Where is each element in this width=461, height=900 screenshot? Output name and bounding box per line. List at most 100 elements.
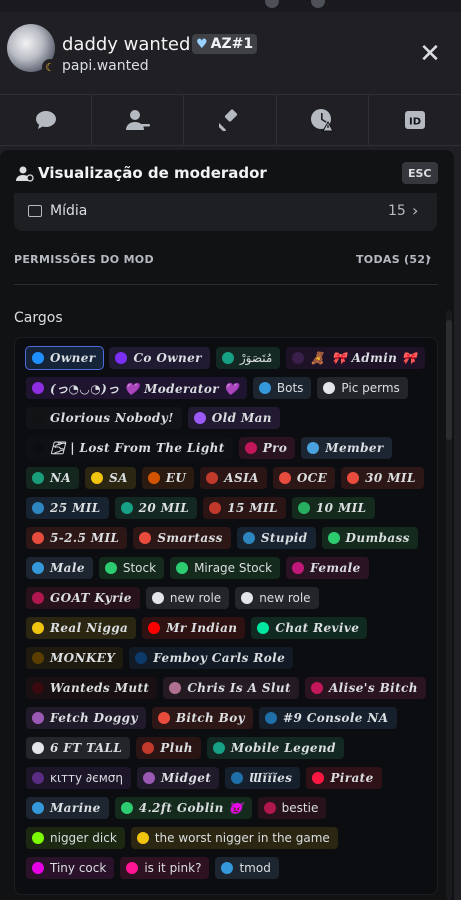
role-pill[interactable]: Pirate — [306, 767, 382, 789]
role-pill[interactable]: NA — [26, 467, 80, 489]
chat-bubble-icon — [35, 111, 56, 129]
close-icon[interactable]: ✕ — [418, 41, 442, 67]
role-color-dot — [32, 682, 44, 694]
role-pill[interactable]: Mobile Legend — [206, 737, 344, 759]
role-pill[interactable]: EU — [141, 467, 195, 489]
role-pill[interactable]: Femboy Carls Role — [129, 647, 294, 669]
role-label: MONKEY — [50, 651, 116, 665]
role-label: 5-2.5 MIL — [50, 531, 120, 545]
role-pill[interactable]: Chat Revive — [251, 617, 368, 639]
role-pill[interactable]: ĸιттy ∂ємση — [26, 767, 131, 789]
role-pill[interactable]: 5-2.5 MIL — [26, 527, 128, 549]
role-label: Smartass — [157, 531, 223, 545]
role-label: Mirage Stock — [194, 561, 273, 575]
role-pill[interactable]: MONKEY — [26, 647, 124, 669]
role-pill[interactable]: Glorious Nobody! — [26, 407, 182, 429]
role-pill[interactable]: Smartass — [133, 527, 231, 549]
esc-button[interactable]: ESC — [402, 162, 438, 184]
role-pill[interactable]: Marine — [26, 797, 109, 819]
role-pill[interactable]: مُتَصَوَرْ — [215, 347, 281, 369]
tab-messages[interactable] — [0, 95, 93, 145]
role-pill[interactable]: Owner — [24, 346, 105, 370]
role-pill[interactable]: Chris Is A Slut — [163, 677, 299, 699]
tab-kick[interactable] — [92, 95, 185, 145]
role-color-dot — [327, 532, 340, 544]
role-pill[interactable]: Tiny cock — [26, 857, 115, 879]
role-pill[interactable]: Midget — [136, 767, 220, 789]
role-pill[interactable]: Old Man — [187, 407, 280, 429]
role-color-dot — [292, 352, 305, 364]
role-pill[interactable]: new role — [145, 587, 230, 609]
tab-timeout[interactable] — [277, 95, 369, 145]
avatar[interactable]: ☾ — [7, 24, 58, 75]
role-pill[interactable]: 20 MIL — [114, 497, 198, 519]
role-pill[interactable]: SA — [85, 467, 136, 489]
role-pill[interactable]: Mr Indian — [142, 617, 246, 639]
role-pill[interactable]: 30 MIL — [341, 467, 424, 489]
role-label: ASIA — [224, 471, 259, 485]
media-row[interactable]: Mídia 15 › — [14, 193, 437, 231]
role-pill[interactable]: Pro — [238, 437, 296, 459]
role-color-dot — [323, 382, 336, 394]
role-pill[interactable]: Pluh — [136, 737, 201, 759]
role-pill[interactable]: #9 Console NA — [259, 707, 397, 729]
role-pill[interactable]: Fetch Doggy — [26, 707, 146, 729]
help-icon — [311, 0, 325, 8]
role-label: new role — [169, 591, 222, 605]
role-label: GOAT Kyrie — [50, 591, 132, 605]
role-label: Ɯĭĭĭes — [249, 771, 293, 785]
role-pill[interactable]: Pic perms — [317, 377, 408, 399]
role-label: Chris Is A Slut — [187, 681, 291, 695]
role-pill[interactable]: 🌫 | Lost From The Light — [26, 437, 233, 459]
role-label: 25 MIL — [50, 501, 101, 515]
role-pill[interactable]: Dumbass — [321, 527, 418, 549]
role-pill[interactable]: 15 MIL — [203, 497, 286, 519]
role-pill[interactable]: Bots — [252, 377, 312, 399]
role-label: Member — [325, 441, 384, 455]
role-color-dot — [347, 472, 360, 484]
role-pill[interactable]: tmod — [215, 857, 279, 879]
scrollbar-thumb[interactable] — [446, 320, 452, 440]
role-pill[interactable]: Bitch Boy — [151, 707, 254, 729]
role-label: مُتَصَوَرْ — [239, 351, 273, 365]
role-label: Fetch Doggy — [50, 711, 138, 725]
role-pill[interactable]: 4.2ft Goblin 👿 — [114, 797, 252, 819]
role-pill[interactable]: 25 MIL — [26, 497, 109, 519]
role-pill[interactable]: bestie — [257, 797, 327, 819]
role-pill[interactable]: Member — [301, 437, 392, 459]
role-pill[interactable]: Real Nigga — [26, 617, 137, 639]
role-pill[interactable]: ASIA — [200, 467, 267, 489]
role-pill[interactable]: GOAT Kyrie — [26, 587, 140, 609]
tab-ban[interactable] — [184, 95, 277, 145]
role-label: #9 Console NA — [283, 711, 389, 725]
role-pill[interactable]: Female — [286, 557, 369, 579]
role-color-dot — [221, 352, 234, 364]
role-pill[interactable]: Wanteds Mutt — [26, 677, 158, 699]
role-pill[interactable]: Alise's Bitch — [304, 677, 426, 699]
role-pill[interactable]: Mirage Stock — [170, 557, 281, 579]
role-label: Midget — [160, 771, 212, 785]
role-pill[interactable]: 🧸 🎀 Admin 🎀 — [286, 347, 426, 369]
role-label: nigger dick — [50, 831, 117, 845]
server-tag[interactable]: ♥ AZ#1 — [192, 34, 258, 54]
role-pill[interactable]: new role — [235, 587, 319, 609]
role-pill[interactable]: Stupid — [236, 527, 316, 549]
role-pill[interactable]: 6 FT TALL — [26, 737, 131, 759]
role-pill[interactable]: (っ◔◡◔)っ 💜 Moderator 💜 — [26, 377, 247, 399]
role-pill[interactable]: is it pink? — [120, 857, 210, 879]
role-pill[interactable]: Male — [26, 557, 93, 579]
chevron-right-icon[interactable]: › — [426, 250, 432, 266]
role-color-dot — [32, 772, 44, 784]
role-pill[interactable]: 10 MIL — [291, 497, 375, 519]
roles-list: Owner Co Owner مُتَصَوَرْ 🧸 🎀 Admin 🎀 (っ◔◡◔)っ… — [24, 346, 426, 879]
tab-id[interactable]: ID — [369, 95, 461, 145]
role-pill[interactable]: Stock — [98, 557, 165, 579]
role-pill[interactable]: Co Owner — [109, 347, 210, 369]
role-pill[interactable]: the worst nigger in the game — [130, 827, 338, 849]
mod-permissions-all-link[interactable]: TODAS (52) — [356, 253, 431, 266]
role-pill[interactable]: OCE — [272, 467, 336, 489]
role-pill[interactable]: Ɯĭĭĭes — [225, 767, 301, 789]
role-pill[interactable]: nigger dick — [26, 827, 125, 849]
role-color-dot — [151, 592, 164, 604]
role-label: Real Nigga — [50, 621, 129, 635]
